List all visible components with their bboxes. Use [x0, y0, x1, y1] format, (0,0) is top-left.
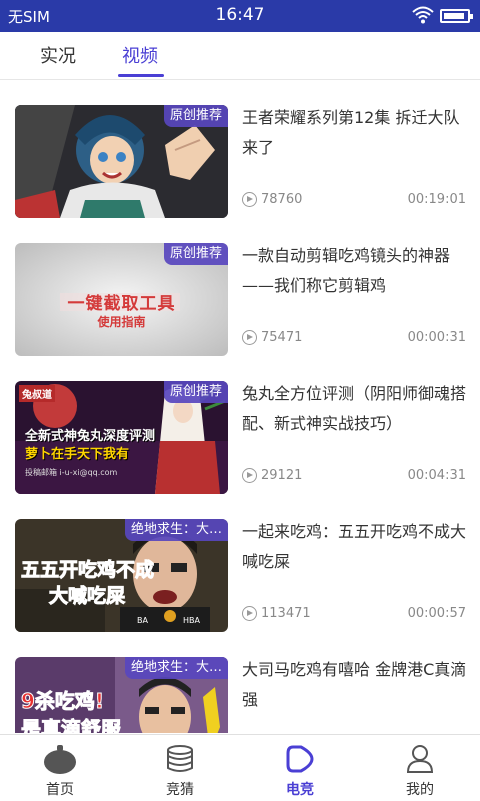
nav-home-label: 首页	[46, 782, 74, 798]
thumbnail-caption-sub: 萝卜在手天下我有	[25, 447, 130, 462]
video-title[interactable]: 王者荣耀系列第12集 拆迁大队来了	[242, 103, 470, 163]
video-thumbnail[interactable]: 原创推荐	[15, 105, 228, 218]
video-thumbnail[interactable]: 9杀吃鸡! 是真滴舒服 绝地求生：大…	[15, 657, 228, 733]
video-tag: 绝地求生：大…	[124, 657, 228, 679]
nav-quiz-label: 竞猜	[166, 782, 194, 798]
thumbnail-email-text: 投稿邮箱 i-u-xi@qq.com	[25, 468, 118, 477]
video-item[interactable]: 一键截取工具 使用指南 原创推荐 一款自动剪辑吃鸡镜头的神器——我们称它剪辑鸡 …	[0, 219, 480, 357]
user-icon	[406, 745, 434, 773]
video-thumbnail[interactable]: BA HBA 五五开吃鸡不成 大喊吃屎 绝地求生：大…	[15, 519, 228, 632]
view-count-value: 29121	[261, 468, 303, 483]
view-count-value: 78760	[261, 192, 303, 207]
video-tag: 原创推荐	[163, 381, 228, 403]
video-duration: 00:00:57	[407, 606, 466, 621]
view-count: 78760	[242, 192, 302, 207]
nav-profile[interactable]: 我的	[360, 735, 480, 801]
view-count: 29121	[242, 468, 302, 483]
thumbnail-caption-main: 五五开吃鸡不成	[20, 559, 155, 582]
coins-icon	[167, 745, 193, 772]
nav-quiz[interactable]: 竞猜	[120, 735, 240, 801]
play-count-icon	[242, 468, 257, 483]
nav-esports[interactable]: 电竞	[240, 735, 360, 801]
video-tag: 原创推荐	[163, 243, 228, 265]
status-bar: 无SIM 16:47	[0, 0, 480, 32]
play-count-icon	[242, 606, 257, 621]
bottom-nav: 首页 竞猜 电竞 我的	[0, 734, 480, 800]
thumbnail-caption-main: 9杀吃鸡!	[20, 689, 105, 714]
video-title[interactable]: 一款自动剪辑吃鸡镜头的神器——我们称它剪辑鸡	[242, 241, 470, 301]
tab-live[interactable]: 实况	[40, 42, 76, 68]
thumbnail-caption-sub: 使用指南	[97, 315, 146, 329]
video-tag: 绝地求生：大…	[124, 519, 228, 541]
video-thumbnail[interactable]: 一键截取工具 使用指南 原创推荐	[15, 243, 228, 356]
video-tag: 原创推荐	[163, 105, 228, 127]
video-duration: 00:04:31	[407, 468, 466, 483]
video-item[interactable]: 9杀吃鸡! 是真滴舒服 绝地求生：大… 大司马吃鸡有嘻哈 金牌港C真滴强	[0, 633, 480, 733]
battery-icon	[440, 9, 473, 23]
video-list[interactable]: 原创推荐 王者荣耀系列第12集 拆迁大队来了 78760 00:19:01 一键…	[0, 81, 480, 733]
video-title[interactable]: 兔丸全方位评测（阴阳师御魂搭配、新式神实战技巧）	[242, 379, 470, 439]
tab-video[interactable]: 视频	[122, 42, 158, 68]
video-duration: 00:00:31	[407, 330, 466, 345]
thumbnail-logo-text: 兔叔道	[19, 385, 55, 402]
video-title[interactable]: 一起来吃鸡：五五开吃鸡不成大喊吃屎	[242, 517, 470, 577]
video-duration: 00:19:01	[407, 192, 466, 207]
play-count-icon	[242, 330, 257, 345]
svg-text:HBA: HBA	[183, 616, 201, 625]
thumbnail-caption-sub: 是真滴舒服	[21, 717, 122, 734]
video-title[interactable]: 大司马吃鸡有嘻哈 金牌港C真滴强	[242, 655, 470, 715]
video-item[interactable]: 兔叔道 全新式神兔丸深度评测 萝卜在手天下我有 投稿邮箱 i-u-xi@qq.c…	[0, 357, 480, 495]
nav-home[interactable]: 首页	[0, 735, 120, 801]
video-item[interactable]: 原创推荐 王者荣耀系列第12集 拆迁大队来了 78760 00:19:01	[0, 81, 480, 219]
video-thumbnail[interactable]: 兔叔道 全新式神兔丸深度评测 萝卜在手天下我有 投稿邮箱 i-u-xi@qq.c…	[15, 381, 228, 494]
top-tabs: 实况 视频	[0, 32, 480, 80]
active-tab-indicator	[118, 74, 164, 77]
view-count: 75471	[242, 330, 302, 345]
play-circle-icon	[286, 745, 314, 773]
thumbnail-caption-sub: 大喊吃屎	[48, 585, 126, 608]
view-count-value: 75471	[261, 330, 303, 345]
clock: 16:47	[215, 5, 265, 25]
thumbnail-caption-main: 一键截取工具	[67, 294, 176, 314]
view-count-value: 113471	[261, 606, 311, 621]
view-count: 113471	[242, 606, 311, 621]
home-icon	[44, 745, 76, 774]
wifi-icon	[412, 6, 434, 24]
nav-esports-label: 电竞	[286, 782, 314, 798]
nav-profile-label: 我的	[406, 782, 434, 798]
thumbnail-caption-main: 全新式神兔丸深度评测	[25, 429, 156, 444]
svg-text:BA: BA	[137, 616, 148, 625]
video-item[interactable]: BA HBA 五五开吃鸡不成 大喊吃屎 绝地求生：大… 一起来吃鸡：五五开吃鸡不…	[0, 495, 480, 633]
play-count-icon	[242, 192, 257, 207]
